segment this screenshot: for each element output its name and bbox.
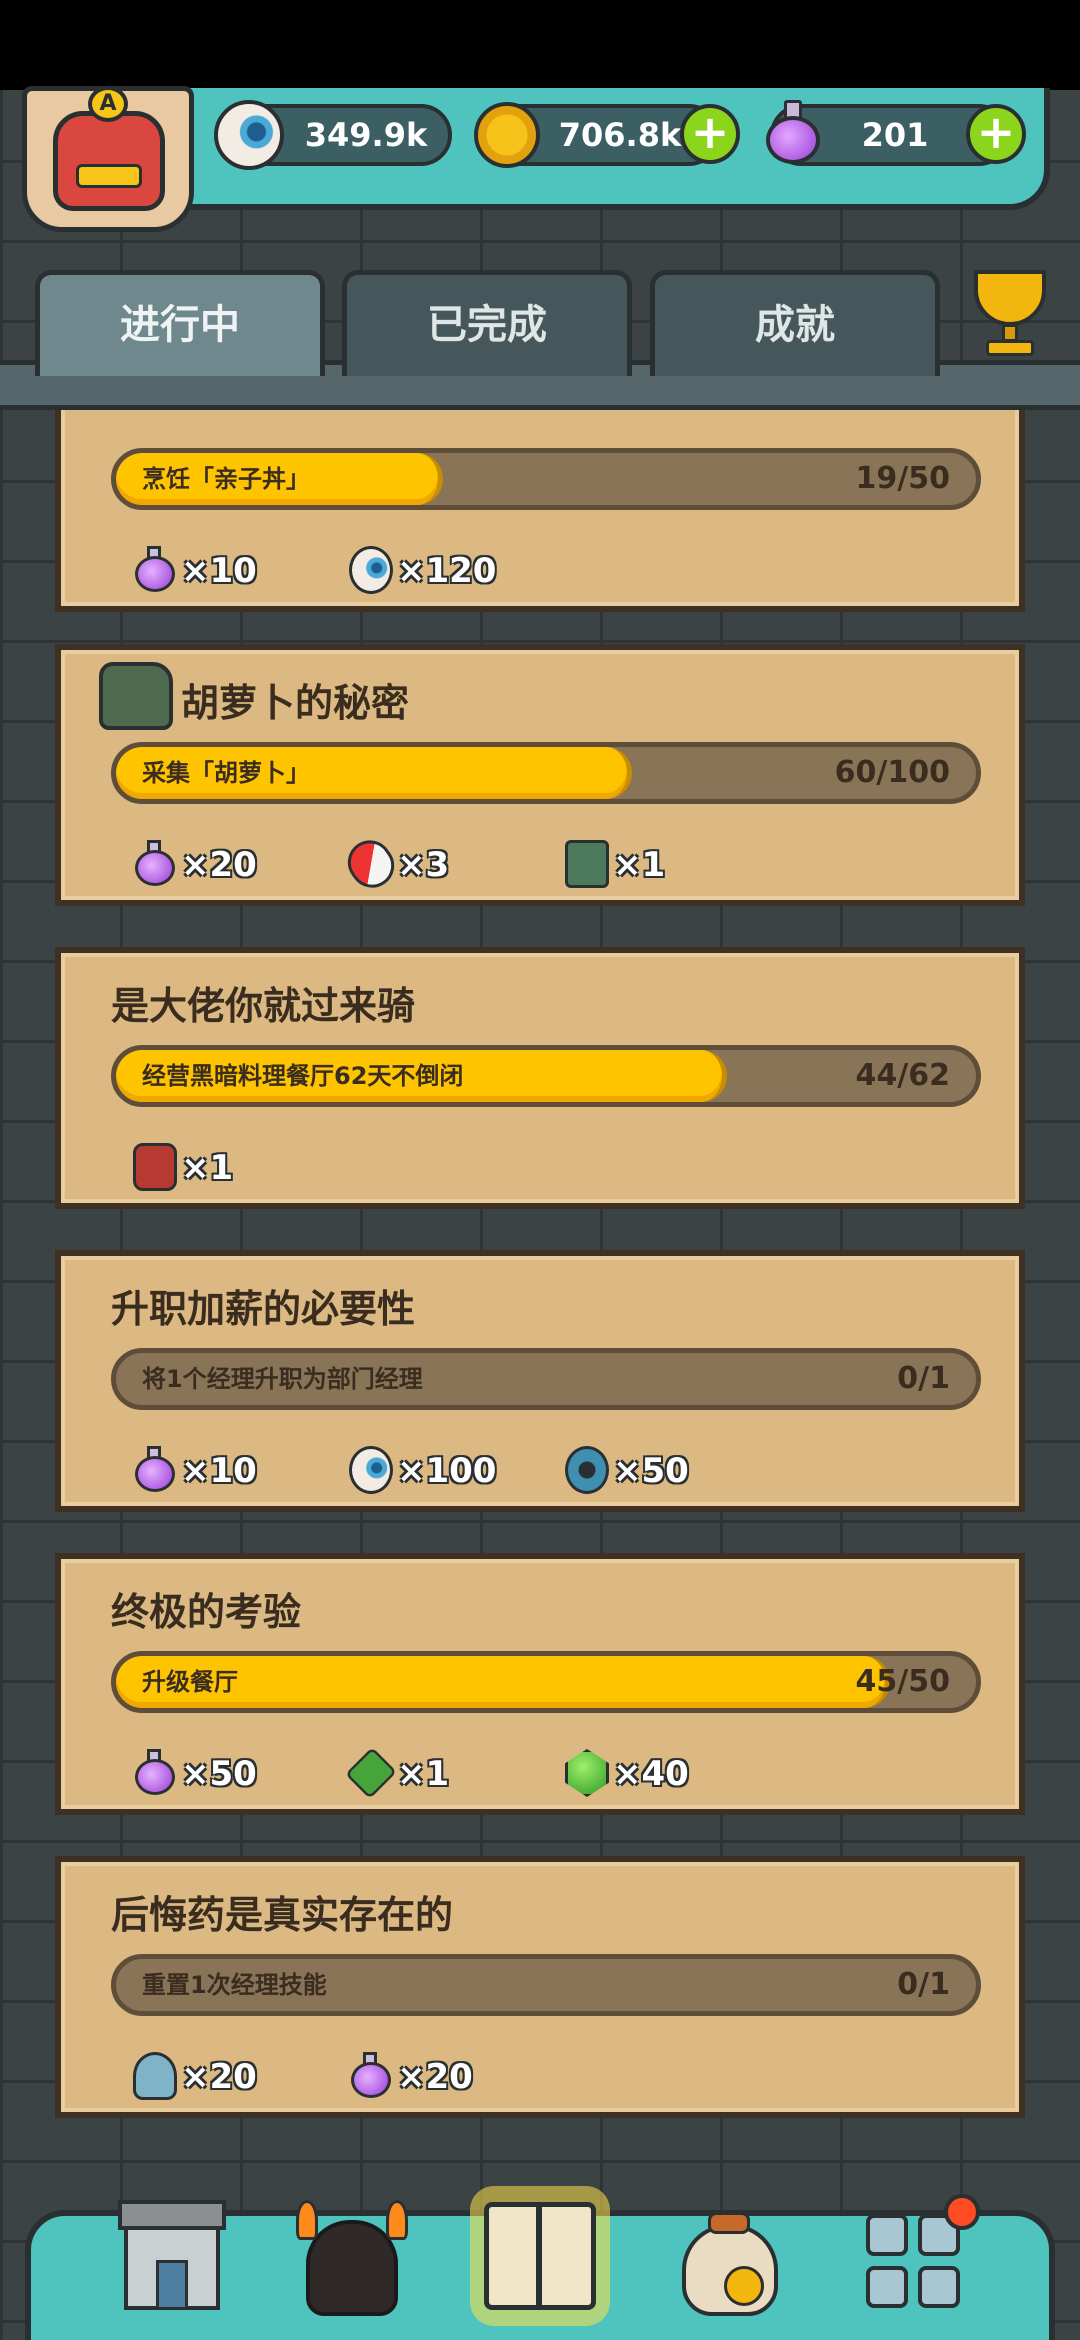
restaurant-nav-button[interactable]	[112, 2200, 232, 2320]
potion-icon	[133, 1446, 177, 1494]
potion-icon	[349, 2052, 393, 2100]
quest-task-label: 采集「胡萝卜」	[142, 759, 310, 787]
quest-card[interactable]: 终极的考验升级餐厅 45/50 ×50 ×1 ×40	[55, 1553, 1025, 1815]
add-potions-button[interactable]: +	[966, 104, 1026, 164]
quest-progress-bar: 采集「胡萝卜」 60/100	[111, 742, 981, 804]
quest-progress-count: 60/100	[834, 755, 950, 790]
reward-quantity: ×20	[397, 2057, 473, 2097]
card-icon	[565, 840, 609, 888]
status-bar	[0, 0, 1080, 90]
reward-quantity: ×3	[397, 845, 450, 885]
rank-letter: A	[88, 86, 128, 122]
eyeball-icon	[349, 1446, 393, 1494]
quest-progress-count: 45/50	[855, 1664, 950, 1699]
tab-in-progress[interactable]: 进行中	[35, 270, 325, 376]
notification-dot	[944, 2194, 980, 2230]
quest-title: 终极的考验	[111, 1590, 302, 1634]
reward-quantity: ×1	[181, 1148, 234, 1188]
tool-icon	[133, 2052, 177, 2100]
quest-progress-bar: 烹饪「亲子丼」 19/50	[111, 448, 981, 510]
quest-progress-count: 0/1	[897, 1361, 950, 1396]
quest-card[interactable]: 烹饪「亲子丼」 19/50 ×10 ×120	[55, 382, 1025, 612]
quest-task-label: 经营黑暗料理餐厅62天不倒闭	[142, 1062, 464, 1090]
quest-progress-count: 0/1	[897, 1967, 950, 2002]
potion-icon	[133, 840, 177, 888]
potion-icon	[133, 546, 177, 594]
green-monster-icon	[344, 1746, 398, 1800]
reward-quantity: ×50	[181, 1754, 257, 1794]
quest-title: 升职加薪的必要性	[111, 1287, 416, 1331]
quest-progress-bar: 经营黑暗料理餐厅62天不倒闭 44/62	[111, 1045, 981, 1107]
potion-icon	[764, 100, 822, 166]
teeth-shape	[76, 164, 142, 188]
player-badge[interactable]: A	[22, 86, 194, 232]
gem-icon	[565, 1749, 609, 1797]
quest-task-label: 将1个经理升职为部门经理	[142, 1365, 423, 1393]
monster-avatar-icon: A	[53, 86, 165, 211]
potion-icon	[133, 1749, 177, 1797]
quest-progress-count: 44/62	[855, 1058, 950, 1093]
red-monster-icon	[133, 1143, 177, 1191]
quest-task-label: 升级餐厅	[142, 1668, 238, 1696]
quest-title: 后悔药是真实存在的	[111, 1893, 454, 1937]
reward-quantity: ×50	[613, 1451, 689, 1491]
quest-card[interactable]: 后悔药是真实存在的重置1次经理技能 0/1 ×20 ×20	[55, 1856, 1025, 2118]
reward-quantity: ×10	[181, 1451, 257, 1491]
reward-quantity: ×40	[613, 1754, 689, 1794]
menu-grid-nav-button[interactable]	[862, 2194, 982, 2320]
quest-title: 是大佬你就过来骑	[111, 984, 416, 1028]
gear-icon	[565, 1446, 609, 1494]
reward-quantity: ×20	[181, 845, 257, 885]
quest-card[interactable]: 胡萝卜的秘密采集「胡萝卜」 60/100 ×20 ×3 ×1	[55, 644, 1025, 906]
monster-nav-button[interactable]	[292, 2200, 412, 2320]
monster-card-icon	[99, 662, 173, 730]
eyeball-icon	[349, 546, 393, 594]
quest-progress-bar: 将1个经理升职为部门经理 0/1	[111, 1348, 981, 1410]
reward-quantity: ×100	[397, 1451, 497, 1491]
quest-progress-bar: 升级餐厅 45/50	[111, 1651, 981, 1713]
add-coins-button[interactable]: +	[680, 104, 740, 164]
reward-quantity: ×1	[397, 1754, 450, 1794]
trophy-icon[interactable]	[960, 262, 1060, 362]
quest-task-label: 重置1次经理技能	[142, 1971, 327, 1999]
quest-title: 胡萝卜的秘密	[181, 681, 410, 725]
tab-completed[interactable]: 已完成	[342, 270, 632, 376]
quest-task-label: 烹饪「亲子丼」	[142, 465, 310, 493]
reward-quantity: ×20	[181, 2057, 257, 2097]
tab-achievements[interactable]: 成就	[650, 270, 940, 376]
reward-quantity: ×120	[397, 551, 497, 591]
quest-progress-bar: 重置1次经理技能 0/1	[111, 1954, 981, 2016]
pill-icon	[339, 831, 403, 897]
shop-bag-nav-button[interactable]	[668, 2200, 788, 2320]
quest-book-nav-button[interactable]	[470, 2186, 610, 2326]
coin-icon	[474, 102, 540, 168]
quest-card[interactable]: 升职加薪的必要性将1个经理升职为部门经理 0/1 ×10 ×100 ×50	[55, 1250, 1025, 1512]
eyeball-icon	[214, 100, 284, 170]
reward-quantity: ×1	[613, 845, 666, 885]
quest-progress-count: 19/50	[855, 461, 950, 496]
quest-card[interactable]: 是大佬你就过来骑经营黑暗料理餐厅62天不倒闭 44/62 ×1	[55, 947, 1025, 1209]
reward-quantity: ×10	[181, 551, 257, 591]
